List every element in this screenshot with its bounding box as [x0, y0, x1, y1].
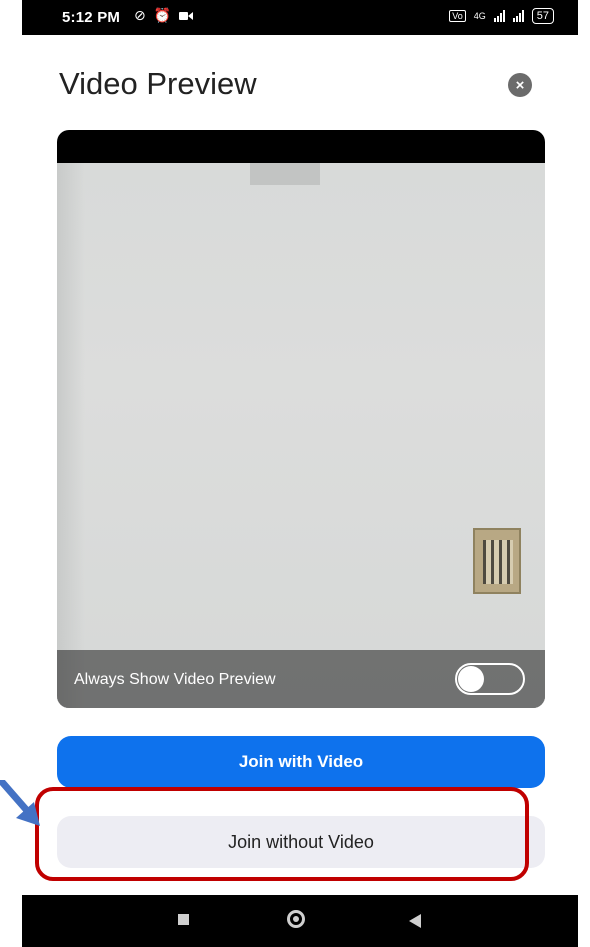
- video-preview: Always Show Video Preview: [57, 130, 545, 708]
- recents-icon[interactable]: [178, 914, 189, 925]
- status-bar: 5:12 PM ⊘ ⏰ Vo 4G 57: [22, 0, 578, 35]
- notifications-off-icon: ⊘: [134, 7, 146, 23]
- video-camera-icon: [179, 8, 194, 24]
- network-type: 4G: [473, 11, 486, 21]
- close-button[interactable]: ×: [508, 73, 532, 97]
- status-icons-left: ⊘ ⏰: [134, 7, 194, 24]
- home-icon[interactable]: [287, 910, 305, 928]
- close-icon: ×: [515, 76, 525, 94]
- join-with-video-button[interactable]: Join with Video: [57, 736, 545, 788]
- phone-screen: 5:12 PM ⊘ ⏰ Vo 4G 57 Video Preview × Alw…: [22, 0, 578, 947]
- battery-indicator: 57: [531, 8, 554, 24]
- preview-footer: Always Show Video Preview: [57, 650, 545, 708]
- ceiling-fixture: [250, 163, 320, 185]
- feed-shadow: [57, 163, 85, 708]
- join-without-video-button[interactable]: Join without Video: [57, 816, 545, 868]
- always-show-preview-toggle[interactable]: [455, 663, 525, 695]
- camera-feed: [57, 163, 545, 708]
- signal-icon: [493, 10, 505, 22]
- signal-icon-2: [512, 10, 524, 22]
- window-bars: [483, 540, 513, 584]
- toggle-knob: [458, 666, 484, 692]
- page-title: Video Preview: [59, 66, 257, 101]
- always-show-preview-label: Always Show Video Preview: [74, 671, 276, 688]
- system-nav-bar: [22, 895, 578, 947]
- status-icons-right: Vo 4G 57: [449, 8, 554, 24]
- page: 5:12 PM ⊘ ⏰ Vo 4G 57 Video Preview × Alw…: [0, 0, 590, 947]
- alarm-icon: ⏰: [153, 7, 172, 23]
- volte-icon: Vo: [449, 10, 466, 22]
- window-grill: [473, 528, 521, 594]
- status-time: 5:12 PM: [62, 9, 121, 26]
- back-icon[interactable]: [409, 914, 421, 928]
